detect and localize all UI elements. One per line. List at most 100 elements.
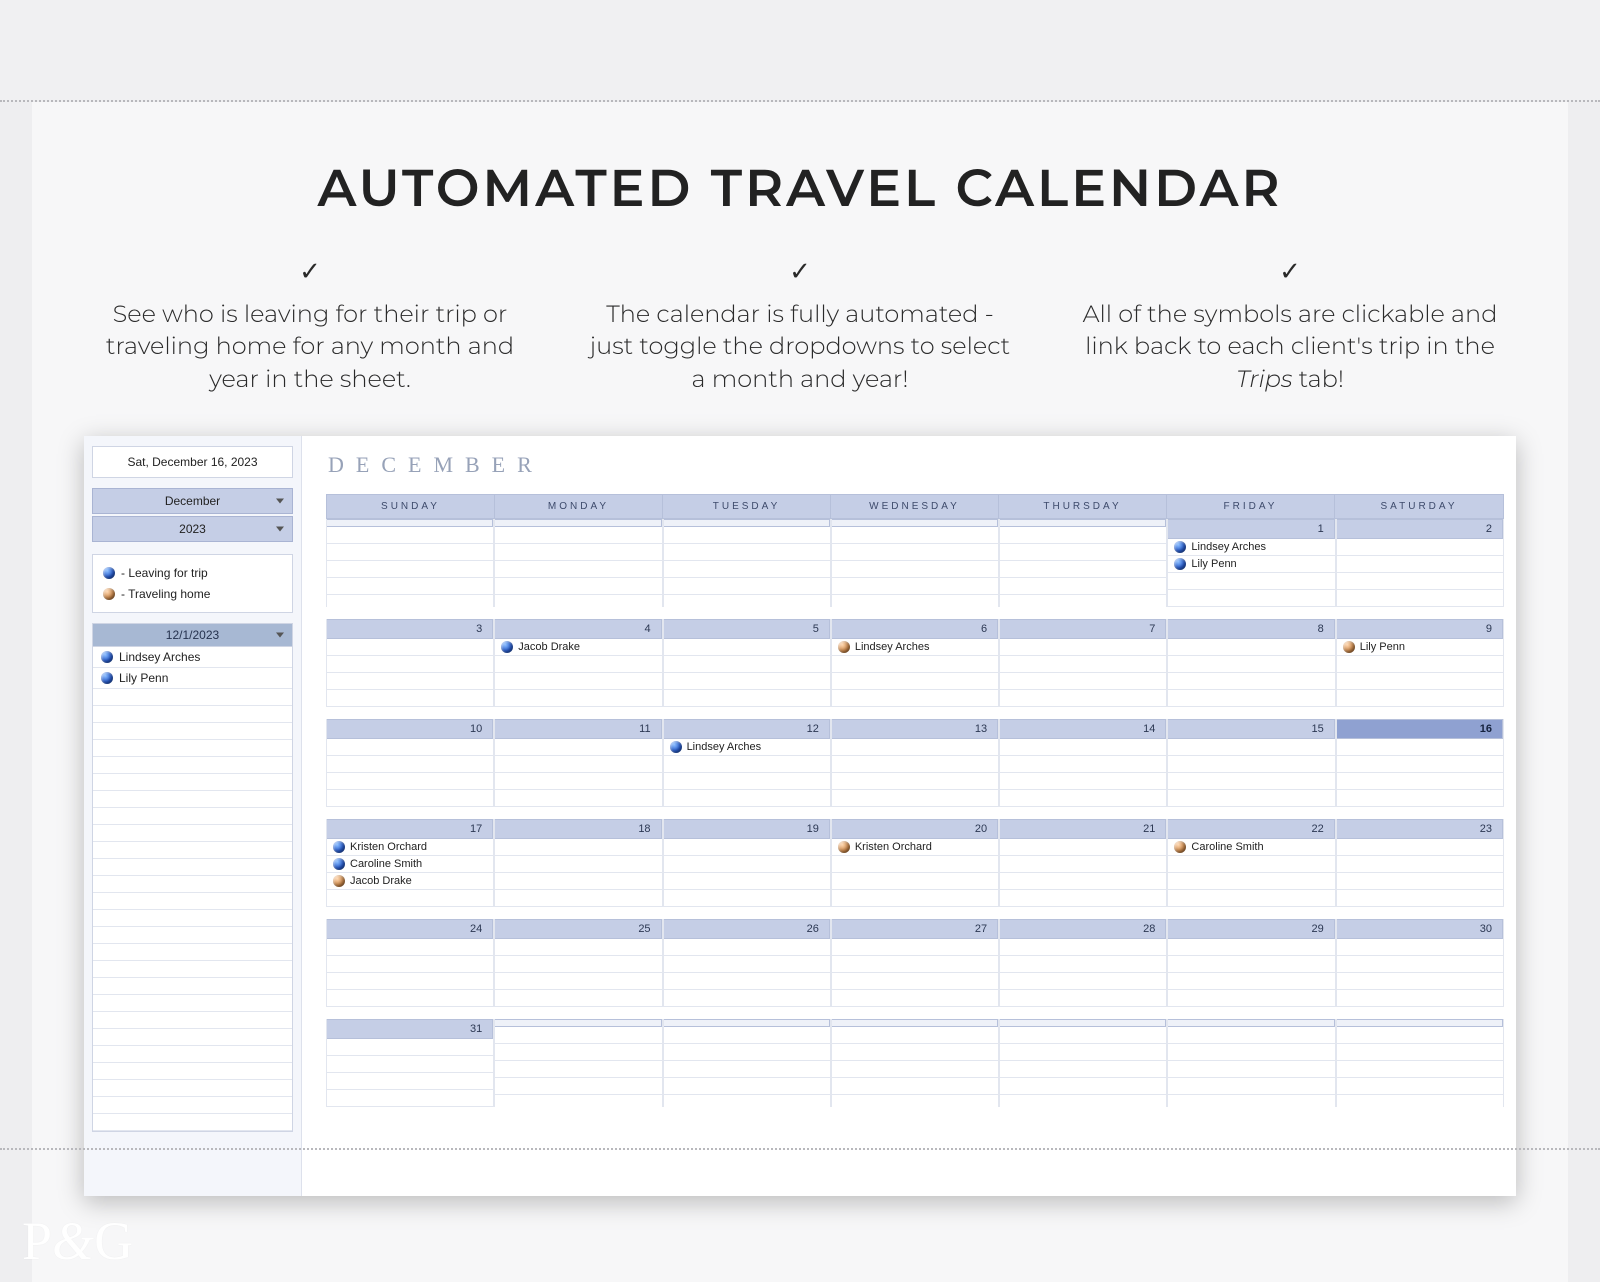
day-detail-date-dropdown[interactable]: 12/1/2023 bbox=[93, 624, 292, 647]
calendar-empty-slot bbox=[1337, 673, 1503, 690]
calendar-event[interactable]: Lindsey Arches bbox=[664, 739, 830, 756]
day-number: 31 bbox=[327, 1019, 493, 1039]
calendar-empty-slot bbox=[327, 578, 493, 595]
day-detail-blank bbox=[93, 808, 292, 825]
day-number: 4 bbox=[495, 619, 661, 639]
calendar-empty-slot bbox=[495, 990, 661, 1007]
calendar-event[interactable]: Caroline Smith bbox=[1168, 839, 1334, 856]
event-name: Lindsey Arches bbox=[1191, 541, 1266, 553]
chevron-down-icon bbox=[276, 499, 284, 504]
calendar-empty-slot bbox=[1337, 1061, 1503, 1078]
calendar-empty-slot bbox=[1168, 939, 1334, 956]
calendar-event[interactable]: Lily Penn bbox=[1168, 556, 1334, 573]
calendar-day: 5 bbox=[663, 619, 831, 707]
calendar-empty-slot bbox=[664, 973, 830, 990]
day-detail-entry[interactable]: Lily Penn bbox=[93, 668, 292, 689]
check-icon: ✓ bbox=[585, 254, 1015, 289]
day-number: 17 bbox=[327, 819, 493, 839]
calendar-empty-slot bbox=[664, 639, 830, 656]
calendar-empty-slot bbox=[1000, 1061, 1166, 1078]
calendar-day bbox=[663, 519, 831, 607]
calendar-grid: 1Lindsey ArchesLily Penn234Jacob Drake56… bbox=[326, 519, 1504, 1107]
calendar-day: 20Kristen Orchard bbox=[831, 819, 999, 907]
month-dropdown[interactable]: December bbox=[92, 488, 293, 514]
home-icon bbox=[1174, 841, 1186, 853]
globe-icon bbox=[1174, 558, 1186, 570]
calendar-event[interactable]: Lily Penn bbox=[1337, 639, 1503, 656]
calendar-event[interactable]: Lindsey Arches bbox=[832, 639, 998, 656]
globe-icon bbox=[101, 672, 113, 684]
calendar-day: 26 bbox=[663, 919, 831, 1007]
calendar-day: 12Lindsey Arches bbox=[663, 719, 831, 807]
feature-3-text: All of the symbols are clickable and lin… bbox=[1083, 300, 1498, 394]
calendar-empty-slot bbox=[327, 1073, 493, 1090]
calendar-empty-slot bbox=[327, 656, 493, 673]
day-number: 29 bbox=[1168, 919, 1334, 939]
calendar-empty-slot bbox=[664, 544, 830, 561]
day-detail-entries: Lindsey Arches Lily Penn bbox=[93, 647, 292, 1131]
calendar-empty-slot bbox=[832, 990, 998, 1007]
calendar-event[interactable]: Kristen Orchard bbox=[327, 839, 493, 856]
calendar-empty-slot bbox=[1168, 656, 1334, 673]
calendar-day: 28 bbox=[999, 919, 1167, 1007]
calendar-empty-slot bbox=[327, 956, 493, 973]
calendar-empty-slot bbox=[327, 527, 493, 544]
calendar-empty-slot bbox=[664, 1027, 830, 1044]
calendar-empty-slot bbox=[832, 873, 998, 890]
calendar-empty-slot bbox=[1337, 839, 1503, 856]
calendar-day: 3 bbox=[326, 619, 494, 707]
globe-icon bbox=[333, 841, 345, 853]
calendar-empty-slot bbox=[1168, 690, 1334, 707]
calendar-day: 1Lindsey ArchesLily Penn bbox=[1167, 519, 1335, 607]
calendar-event[interactable]: Jacob Drake bbox=[327, 873, 493, 890]
calendar-empty-slot bbox=[1168, 573, 1334, 590]
week-gap bbox=[326, 607, 1504, 619]
calendar-empty-slot bbox=[1000, 1044, 1166, 1061]
event-name: Caroline Smith bbox=[1191, 841, 1263, 853]
calendar-day: 18 bbox=[494, 819, 662, 907]
day-detail-blank bbox=[93, 910, 292, 927]
day-detail-blank bbox=[93, 1080, 292, 1097]
calendar-empty-slot bbox=[832, 1027, 998, 1044]
day-detail-blank bbox=[93, 1114, 292, 1131]
calendar-event[interactable]: Kristen Orchard bbox=[832, 839, 998, 856]
event-name: Lily Penn bbox=[1191, 558, 1236, 570]
calendar-empty-slot bbox=[1000, 1078, 1166, 1095]
calendar-empty-slot bbox=[495, 873, 661, 890]
calendar-event[interactable]: Caroline Smith bbox=[327, 856, 493, 873]
day-number: 30 bbox=[1337, 919, 1503, 939]
calendar-empty-slot bbox=[495, 1027, 661, 1044]
calendar-empty-slot bbox=[1337, 590, 1503, 607]
calendar-empty-slot bbox=[664, 578, 830, 595]
globe-icon bbox=[670, 741, 682, 753]
calendar-empty-slot bbox=[1337, 873, 1503, 890]
calendar-empty-slot bbox=[327, 690, 493, 707]
day-number: 5 bbox=[664, 619, 830, 639]
calendar-empty-slot bbox=[327, 544, 493, 561]
calendar-empty-slot bbox=[1168, 856, 1334, 873]
calendar-week: 24252627282930 bbox=[326, 919, 1504, 1007]
calendar-empty-slot bbox=[664, 561, 830, 578]
day-number bbox=[832, 519, 998, 527]
year-dropdown[interactable]: 2023 bbox=[92, 516, 293, 542]
event-name: Kristen Orchard bbox=[350, 841, 427, 853]
calendar-empty-slot bbox=[1337, 690, 1503, 707]
day-number: 22 bbox=[1168, 819, 1334, 839]
event-name: Lindsey Arches bbox=[687, 741, 762, 753]
calendar-empty-slot bbox=[664, 839, 830, 856]
day-number: 8 bbox=[1168, 619, 1334, 639]
dow-header: WEDNESDAY bbox=[831, 495, 999, 518]
entry-name: Lindsey Arches bbox=[119, 650, 200, 664]
calendar-empty-slot bbox=[495, 773, 661, 790]
day-number bbox=[832, 1019, 998, 1027]
calendar-empty-slot bbox=[1168, 990, 1334, 1007]
calendar-event[interactable]: Lindsey Arches bbox=[1168, 539, 1334, 556]
calendar-event[interactable]: Jacob Drake bbox=[495, 639, 661, 656]
home-icon bbox=[103, 588, 115, 600]
calendar-empty-slot bbox=[832, 790, 998, 807]
day-number: 2 bbox=[1337, 519, 1503, 539]
day-detail-entry[interactable]: Lindsey Arches bbox=[93, 647, 292, 668]
calendar-empty-slot bbox=[1000, 544, 1166, 561]
calendar-empty-slot bbox=[664, 939, 830, 956]
calendar-empty-slot bbox=[1337, 939, 1503, 956]
